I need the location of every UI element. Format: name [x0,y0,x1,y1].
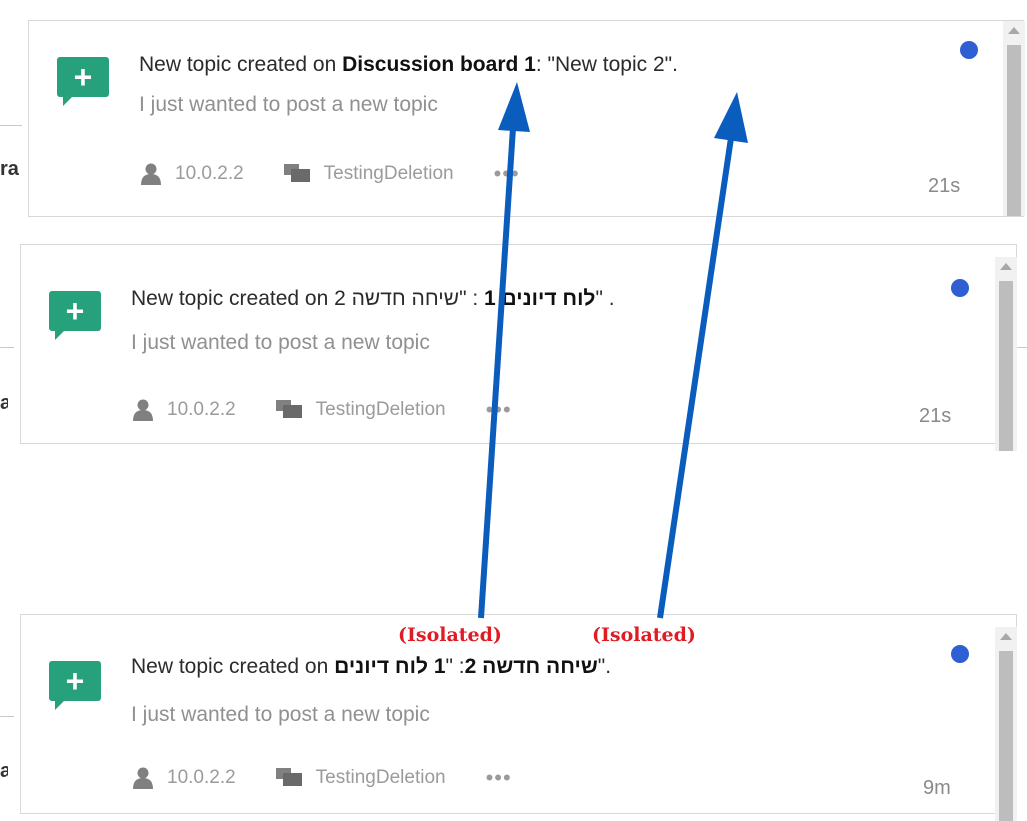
topic-name: שיחה חדשה 2 [464,655,598,678]
board-name-link[interactable]: 1 לוח דיונים [334,655,445,678]
scrollbar[interactable] [995,627,1017,821]
user-icon [133,399,153,421]
group-link[interactable]: TestingDeletion [324,163,454,185]
edge-text-fragment-3: a [0,760,8,782]
plus-icon: + [49,291,101,340]
timestamp: 21s [928,175,961,197]
user-link[interactable]: 10.0.2.2 [175,163,244,185]
notification-title: New topic created on 2 שיחה חדשה" : לוח … [131,287,615,310]
notification-card-2[interactable]: + New topic created on 2 שיחה חדשה" : לו… [20,244,1017,451]
group-link[interactable]: TestingDeletion [316,399,446,421]
user-link[interactable]: 10.0.2.2 [167,399,236,421]
notification-meta: 10.0.2.2 TestingDeletion ••• [133,397,512,423]
notification-card-3[interactable]: + New topic created on 1 לוח דיונים" :שי… [20,614,1017,821]
scrollbar-thumb[interactable] [1007,45,1021,216]
scrollbar[interactable] [995,257,1017,451]
edge-text-fragment-2: a [0,392,8,414]
board-name-link[interactable]: Discussion board 1 [342,53,536,76]
left-edge-divider [0,716,14,717]
notification-meta: 10.0.2.2 TestingDeletion ••• [133,765,512,791]
plus-icon: + [57,57,109,106]
scrollbar-thumb[interactable] [999,651,1013,821]
notification-card-1[interactable]: + New topic created on Discussion board … [28,20,1025,217]
ellipsis-icon[interactable]: ••• [494,161,520,187]
scrollbar-thumb[interactable] [999,281,1013,451]
left-edge-divider [0,125,22,126]
user-link[interactable]: 10.0.2.2 [167,767,236,789]
chat-icon [283,164,310,182]
notification-meta: 10.0.2.2 TestingDeletion ••• [141,161,520,187]
ellipsis-icon[interactable]: ••• [486,765,512,791]
unread-dot-icon[interactable] [951,279,969,297]
annotation-label-right: (Isolated) [592,624,696,646]
edge-text-fragment-1: ra [0,158,19,180]
user-icon [133,767,153,789]
chat-icon [275,400,302,418]
topic-name: שיחה חדשה [351,287,460,310]
group-link[interactable]: TestingDeletion [316,767,446,789]
notification-body: I just wanted to post a new topic [131,703,430,726]
notification-body: I just wanted to post a new topic [131,331,430,354]
annotation-label-left: (Isolated) [398,624,502,646]
scroll-up-arrow-icon[interactable] [1008,27,1020,34]
board-name-link[interactable]: לוח דיונים 1 [484,287,595,310]
scroll-up-arrow-icon[interactable] [1000,263,1012,270]
timestamp: 21s [919,405,952,427]
plus-icon: + [49,661,101,710]
notification-title: New topic created on 1 לוח דיונים" :שיחה… [131,655,612,678]
left-edge-divider [0,347,14,348]
scroll-up-arrow-icon[interactable] [1000,633,1012,640]
unread-dot-icon[interactable] [960,41,978,59]
notification-title: New topic created on Discussion board 1:… [139,53,678,76]
user-icon [141,163,161,185]
scrollbar[interactable] [1003,21,1025,216]
chat-icon [275,768,302,786]
ellipsis-icon[interactable]: ••• [486,397,512,423]
unread-dot-icon[interactable] [951,645,969,663]
timestamp: 9m [923,777,951,799]
notification-body: I just wanted to post a new topic [139,93,438,116]
